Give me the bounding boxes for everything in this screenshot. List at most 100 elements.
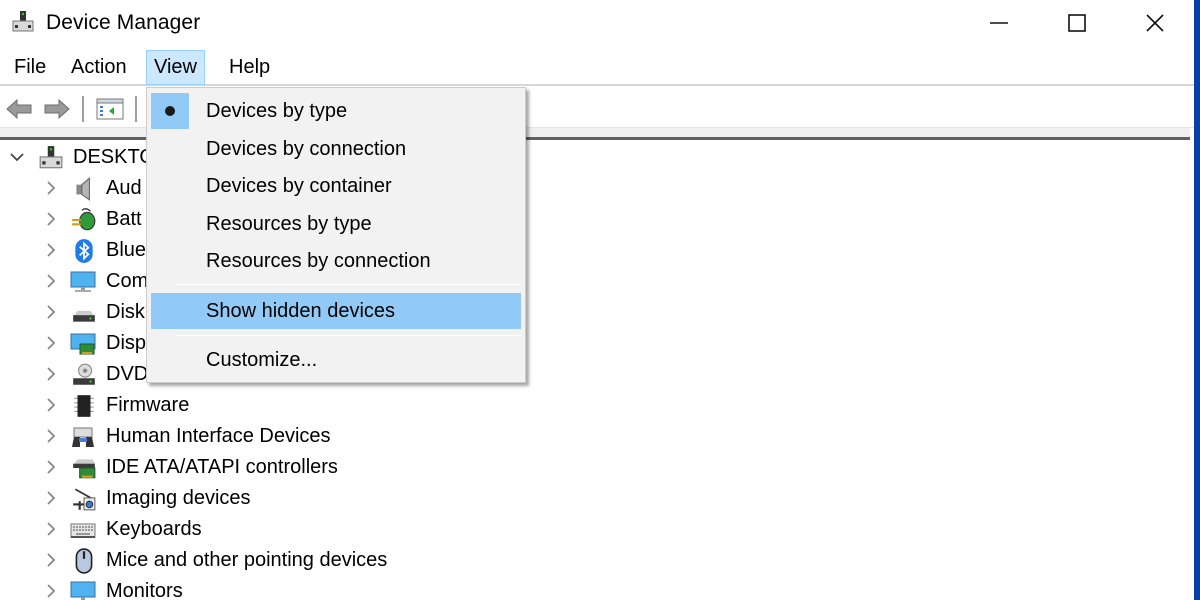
chevron-right-icon <box>47 522 56 536</box>
tree-item-firmware[interactable]: Firmware <box>0 390 600 421</box>
menu-option-label: Devices by container <box>206 175 392 197</box>
radio-selected-indicator <box>151 93 189 129</box>
expand-toggle[interactable] <box>43 333 59 353</box>
chevron-right-icon <box>47 305 56 319</box>
minimize-icon <box>990 22 1008 24</box>
tree-item-hid[interactable]: Human Interface Devices <box>0 421 600 452</box>
title-bar: Device Manager <box>0 0 1194 46</box>
monitor-icon <box>70 271 96 292</box>
forward-button[interactable] <box>43 96 71 122</box>
menu-option-resources-by-connection[interactable]: Resources by connection <box>151 243 521 279</box>
display-adapter-icon <box>70 333 96 355</box>
menu-help[interactable]: Help <box>222 50 277 85</box>
tree-item-label: Monitors <box>106 580 183 600</box>
maximize-button[interactable] <box>1038 0 1116 46</box>
menu-option-customize[interactable]: Customize... <box>151 342 521 378</box>
menu-option-show-hidden-devices[interactable]: Show hidden devices <box>151 293 521 329</box>
camera-icon <box>73 488 96 511</box>
expand-toggle[interactable] <box>43 426 59 446</box>
menu-separator <box>176 335 521 336</box>
expand-toggle[interactable] <box>43 302 59 322</box>
tree-item-monitors[interactable]: Monitors <box>0 576 600 600</box>
expand-toggle[interactable] <box>43 271 59 291</box>
menu-option-resources-by-type[interactable]: Resources by type <box>151 206 521 242</box>
minimize-button[interactable] <box>960 0 1038 46</box>
expand-toggle[interactable] <box>43 395 59 415</box>
expand-toggle[interactable] <box>43 240 59 260</box>
chevron-right-icon <box>47 584 56 598</box>
toolbar-separator <box>135 96 137 122</box>
chevron-right-icon <box>47 274 56 288</box>
expand-toggle[interactable] <box>43 519 59 539</box>
tree-item-imaging-devices[interactable]: Imaging devices <box>0 483 600 514</box>
keyboard-icon <box>70 523 96 538</box>
window-title: Device Manager <box>46 11 201 34</box>
expand-toggle[interactable] <box>9 147 25 167</box>
chevron-right-icon <box>47 429 56 443</box>
chevron-right-icon <box>47 212 56 226</box>
mouse-icon <box>75 548 93 574</box>
tree-item-ide-controllers[interactable]: IDE ATA/ATAPI controllers <box>0 452 600 483</box>
chevron-right-icon <box>47 398 56 412</box>
expand-toggle[interactable] <box>43 364 59 384</box>
tree-item-label: IDE ATA/ATAPI controllers <box>106 456 338 478</box>
expand-toggle[interactable] <box>43 488 59 508</box>
tree-item-label: Firmware <box>106 394 190 416</box>
menu-view[interactable]: View <box>146 50 205 85</box>
firmware-chip-icon <box>74 395 94 417</box>
view-menu-dropdown: Devices by type Devices by connection De… <box>146 87 526 383</box>
menu-separator <box>176 284 521 285</box>
chevron-down-icon <box>10 153 24 162</box>
tree-item-label: Com <box>106 270 149 292</box>
menu-option-label: Show hidden devices <box>206 300 396 322</box>
chevron-right-icon <box>47 553 56 567</box>
chevron-right-icon <box>47 491 56 505</box>
ide-controller-icon <box>73 459 96 479</box>
maximize-icon <box>1068 14 1086 32</box>
disk-drive-icon <box>73 310 95 322</box>
show-hide-console-tree-button[interactable] <box>96 96 124 122</box>
tree-item-keyboards[interactable]: Keyboards <box>0 514 600 545</box>
tree-item-label: Human Interface Devices <box>106 425 331 447</box>
menu-option-devices-by-connection[interactable]: Devices by connection <box>151 131 521 167</box>
back-button[interactable] <box>5 96 33 122</box>
hid-icon <box>72 427 94 447</box>
menu-option-label: Customize... <box>206 349 318 371</box>
menu-bar: File Action View Help <box>0 50 1194 86</box>
expand-toggle[interactable] <box>43 457 59 477</box>
close-button[interactable] <box>1116 0 1194 46</box>
menu-action[interactable]: Action <box>64 50 134 85</box>
tree-item-mice[interactable]: Mice and other pointing devices <box>0 545 600 576</box>
computer-icon <box>39 146 63 169</box>
expand-toggle[interactable] <box>43 550 59 570</box>
expand-toggle[interactable] <box>43 178 59 198</box>
expand-toggle[interactable] <box>43 581 59 600</box>
tree-item-label: Imaging devices <box>106 487 251 509</box>
tree-root-label: DESKTO <box>73 146 155 168</box>
chevron-right-icon <box>47 243 56 257</box>
tree-item-label: Batt <box>106 208 142 230</box>
tree-item-label: Disk <box>106 301 145 323</box>
menu-option-label: Devices by type <box>206 100 348 122</box>
console-tree-icon <box>96 98 124 120</box>
device-manager-icon <box>12 11 34 32</box>
menu-file[interactable]: File <box>7 50 53 85</box>
monitor-icon <box>70 581 96 600</box>
close-icon <box>1146 14 1164 32</box>
tree-item-label: Aud <box>106 177 142 199</box>
forward-arrow-icon <box>44 98 70 120</box>
chevron-right-icon <box>47 367 56 381</box>
menu-option-label: Resources by type <box>206 213 372 235</box>
expand-toggle[interactable] <box>43 209 59 229</box>
tree-item-label: Keyboards <box>106 518 202 540</box>
device-manager-window: Device Manager File Action View Help DES… <box>0 0 1194 600</box>
chevron-right-icon <box>47 460 56 474</box>
bullet-icon <box>165 106 175 116</box>
menu-option-devices-by-type[interactable]: Devices by type <box>151 93 521 129</box>
tree-item-label: Blue <box>106 239 147 261</box>
speaker-icon <box>76 176 90 201</box>
toolbar-separator <box>82 96 84 122</box>
back-arrow-icon <box>6 98 32 120</box>
chevron-right-icon <box>47 336 56 350</box>
menu-option-devices-by-container[interactable]: Devices by container <box>151 168 521 204</box>
